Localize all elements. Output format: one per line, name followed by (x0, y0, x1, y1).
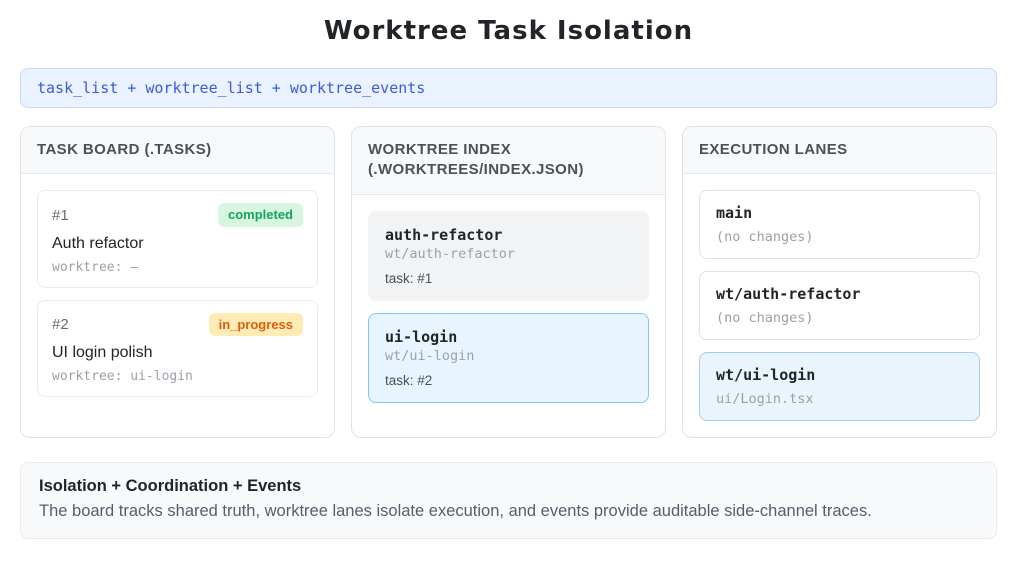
panel-task-board: TASK BOARD (.TASKS) #1 completed Auth re… (20, 126, 335, 439)
panel-worktree-index-header: WORKTREE INDEX (.WORKTREES/INDEX.JSON) (352, 127, 665, 195)
task-card-2-top: #2 in_progress (52, 312, 303, 337)
worktree-task-ref: task: #2 (385, 372, 433, 388)
status-badge: in_progress (208, 312, 303, 337)
tools-banner: task_list + worktree_list + worktree_eve… (20, 68, 997, 108)
worktree-card-ui-login: ui-login wt/ui-login task: #2 (368, 312, 649, 403)
page: Worktree Task Isolation task_list + work… (0, 0, 1017, 559)
panel-task-board-body: #1 completed Auth refactor worktree: – #… (21, 174, 334, 413)
lane-detail: (no changes) (716, 310, 814, 327)
lane-name: wt/ui-login (716, 366, 816, 385)
task-worktree: worktree: ui-login (52, 369, 193, 385)
lane-card-wt-auth-refactor: wt/auth-refactor (no changes) (699, 271, 980, 341)
worktree-name: ui-login (385, 327, 458, 346)
status-badge: completed (217, 203, 303, 227)
task-title: Auth refactor (52, 234, 144, 252)
task-worktree: worktree: – (52, 259, 139, 275)
lane-card-wt-ui-login: wt/ui-login ui/Login.tsx (699, 352, 980, 422)
summary-panel: Isolation + Coordination + Events The bo… (20, 462, 997, 540)
panel-execution-lanes-header: EXECUTION LANES (683, 127, 996, 175)
task-card-2: #2 in_progress UI login polish worktree:… (37, 299, 318, 398)
task-title: UI login polish (52, 344, 153, 362)
worktree-task-ref: task: #1 (385, 270, 433, 286)
lane-name: main (716, 204, 753, 223)
worktree-name: auth-refactor (385, 225, 503, 244)
worktree-path: wt/auth-refactor (385, 245, 516, 262)
panel-row: TASK BOARD (.TASKS) #1 completed Auth re… (20, 126, 997, 439)
task-card-1-top: #1 completed (52, 203, 303, 227)
lane-card-main: main (no changes) (699, 190, 980, 260)
panel-execution-lanes: EXECUTION LANES main (no changes) wt/aut… (682, 126, 997, 439)
panel-worktree-index: WORKTREE INDEX (.WORKTREES/INDEX.JSON) a… (351, 126, 666, 439)
worktree-card-auth-refactor: auth-refactor wt/auth-refactor task: #1 (368, 210, 649, 301)
worktree-path: wt/ui-login (385, 347, 475, 364)
lane-detail: (no changes) (716, 229, 814, 246)
panel-execution-lanes-body: main (no changes) wt/auth-refactor (no c… (683, 174, 996, 437)
task-id: #1 (52, 206, 69, 224)
lane-name: wt/auth-refactor (716, 285, 861, 304)
tools-banner-text: task_list + worktree_list + worktree_eve… (37, 79, 426, 97)
summary-heading: Isolation + Coordination + Events (39, 477, 302, 496)
panel-worktree-index-body: auth-refactor wt/auth-refactor task: #1 … (352, 195, 665, 419)
lane-detail: ui/Login.tsx (716, 391, 814, 408)
summary-body: The board tracks shared truth, worktree … (39, 502, 872, 521)
task-card-1: #1 completed Auth refactor worktree: – (37, 190, 318, 288)
panel-task-board-header: TASK BOARD (.TASKS) (21, 127, 334, 175)
page-title: Worktree Task Isolation (323, 16, 694, 46)
task-id: #2 (52, 316, 69, 334)
